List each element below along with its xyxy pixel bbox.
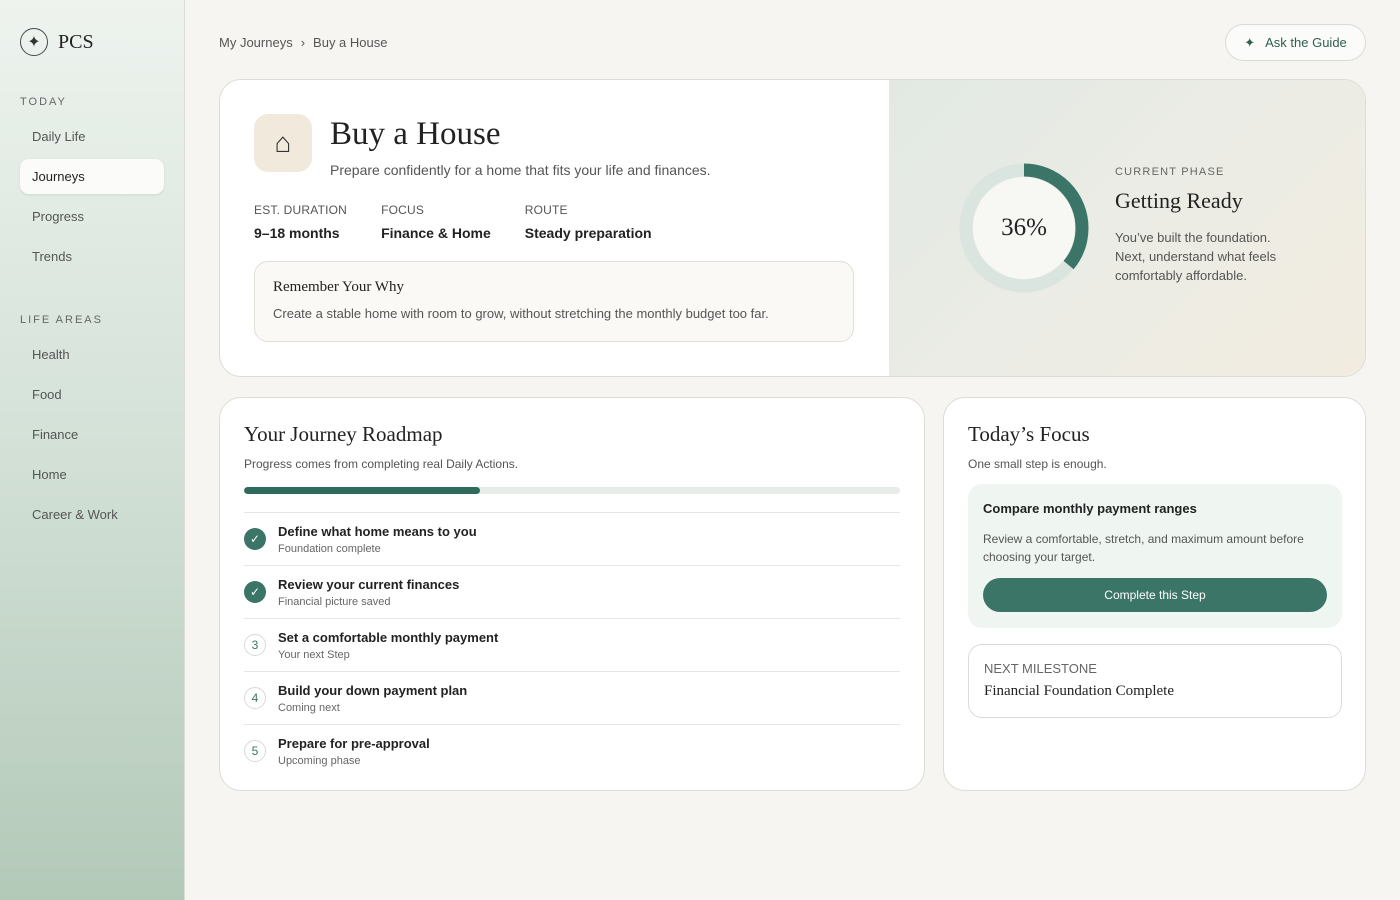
step-title: Prepare for pre-approval [278, 735, 430, 751]
next-milestone: NEXT MILESTONE Financial Foundation Comp… [968, 644, 1342, 718]
milestone-kicker: NEXT MILESTONE [984, 661, 1097, 676]
progress-ring: 36% [958, 162, 1090, 294]
task-text: Review a comfortable, stretch, and maxim… [983, 532, 1304, 564]
roadmap-card: Your Journey Roadmap Progress comes from… [219, 397, 925, 791]
phase-panel: 36% CURRENT PHASE Getting Ready You’ve b… [889, 80, 1365, 376]
step-text: Set a comfortable monthly payment Your n… [278, 630, 498, 661]
focus-title: Today’s Focus [968, 422, 1090, 446]
roadmap-subtitle: Progress comes from completing real Dail… [244, 457, 519, 471]
breadcrumb-current: Buy a House [313, 35, 388, 50]
stat-route: ROUTE Steady preparation [525, 203, 652, 241]
roadmap-progress-fill [244, 487, 481, 494]
step-meta: Upcoming phase [278, 754, 361, 767]
progress-percent: 36% [1001, 214, 1047, 241]
sidebar-item-health[interactable]: Health [20, 337, 164, 372]
sidebar-section-life-areas: LIFE AREAS [20, 314, 103, 326]
roadmap-step[interactable]: 3 Set a comfortable monthly payment Your… [244, 618, 900, 671]
step-number-badge: 4 [244, 687, 266, 709]
roadmap-step[interactable]: ✓ Define what home means to you Foundati… [244, 512, 900, 565]
step-meta: Your next Step [278, 648, 350, 661]
stat-focus: FOCUS Finance & Home [381, 203, 491, 241]
phase-kicker: CURRENT PHASE [1115, 166, 1225, 178]
sidebar: ✦ PCS TODAY Daily Life Journeys Progress… [0, 0, 185, 900]
roadmap-steps: ✓ Define what home means to you Foundati… [244, 512, 900, 777]
sidebar-item-progress[interactable]: Progress [20, 199, 164, 234]
step-meta: Financial picture saved [278, 595, 391, 608]
phase-text: You’ve built the foundation. Next, under… [1115, 230, 1277, 283]
ask-guide-label: Ask the Guide [1265, 35, 1347, 50]
page-subtitle: Prepare confidently for a home that fits… [330, 162, 711, 178]
focus-task: Compare monthly payment ranges Review a … [968, 484, 1342, 628]
sidebar-item-career-work[interactable]: Career & Work [20, 497, 164, 532]
house-icon: ⌂ [254, 114, 312, 172]
sidebar-item-daily-life[interactable]: Daily Life [20, 119, 164, 154]
breadcrumb-parent[interactable]: My Journeys [219, 35, 293, 50]
step-text: Build your down payment plan Coming next [278, 683, 467, 714]
hero-details: ⌂ Buy a House Prepare confidently for a … [220, 80, 889, 376]
sidebar-item-home[interactable]: Home [20, 457, 164, 492]
step-title: Set a comfortable monthly payment [278, 629, 499, 645]
step-number-badge: 3 [244, 634, 266, 656]
ask-guide-button[interactable]: ✦ Ask the Guide [1225, 24, 1366, 61]
roadmap-step[interactable]: ✓ Review your current finances Financial… [244, 565, 900, 618]
roadmap-step[interactable]: 5 Prepare for pre-approval Upcoming phas… [244, 724, 900, 777]
page-title: Buy a House [330, 116, 501, 152]
why-title: Remember Your Why [273, 279, 404, 295]
step-meta: Coming next [278, 701, 340, 714]
milestone-title: Financial Foundation Complete [984, 683, 1174, 699]
sidebar-life-list: Health Food Finance Home Career & Work [20, 337, 164, 537]
phase-title: Getting Ready [1115, 188, 1243, 213]
sidebar-item-journeys[interactable]: Journeys [20, 159, 164, 194]
todays-focus-card: Today’s Focus One small step is enough. … [943, 397, 1366, 791]
why-text: Create a stable home with room to grow, … [273, 306, 769, 321]
stat-label: FOCUS [381, 203, 425, 217]
remember-why-box: Remember Your Why Create a stable home w… [254, 261, 854, 342]
stat-label: EST. DURATION [254, 203, 348, 217]
step-title: Define what home means to you [278, 523, 477, 539]
stat-value: Steady preparation [524, 225, 652, 241]
sidebar-item-food[interactable]: Food [20, 377, 164, 412]
roadmap-progress-bar [244, 487, 900, 494]
journey-stats: EST. DURATION 9–18 months FOCUS Finance … [254, 203, 652, 241]
step-title: Review your current finances [278, 576, 460, 592]
stat-value: 9–18 months [254, 225, 340, 241]
journey-hero-card: ⌂ Buy a House Prepare confidently for a … [219, 79, 1366, 377]
step-text: Prepare for pre-approval Upcoming phase [278, 736, 430, 767]
brand-name: PCS [58, 30, 94, 53]
step-text: Define what home means to you Foundation… [278, 524, 477, 555]
step-title: Build your down payment plan [278, 682, 468, 698]
brand[interactable]: ✦ PCS [20, 28, 94, 56]
step-meta: Foundation complete [278, 542, 381, 555]
roadmap-title: Your Journey Roadmap [244, 422, 443, 446]
step-text: Review your current finances Financial p… [278, 577, 459, 608]
sidebar-item-finance[interactable]: Finance [20, 417, 164, 452]
sidebar-today-list: Daily Life Journeys Progress Trends [20, 119, 164, 279]
stat-label: ROUTE [524, 203, 568, 217]
sparkle-icon: ✦ [1244, 34, 1256, 50]
roadmap-step[interactable]: 4 Build your down payment plan Coming ne… [244, 671, 900, 724]
sidebar-section-today: TODAY [20, 96, 67, 108]
stat-value: Finance & Home [381, 225, 491, 241]
current-phase: CURRENT PHASE Getting Ready You’ve built… [1115, 166, 1315, 285]
check-icon: ✓ [244, 528, 266, 550]
complete-step-button[interactable]: Complete this Step [983, 578, 1327, 612]
stat-duration: EST. DURATION 9–18 months [254, 203, 347, 241]
check-icon: ✓ [244, 581, 266, 603]
breadcrumb: My Journeys › Buy a House [219, 35, 387, 50]
compass-star-icon: ✦ [20, 28, 48, 56]
step-number-badge: 5 [244, 740, 266, 762]
task-title: Compare monthly payment ranges [983, 501, 1197, 516]
focus-subtitle: One small step is enough. [968, 457, 1107, 471]
breadcrumb-separator: › [300, 35, 306, 50]
sidebar-item-trends[interactable]: Trends [20, 239, 164, 274]
